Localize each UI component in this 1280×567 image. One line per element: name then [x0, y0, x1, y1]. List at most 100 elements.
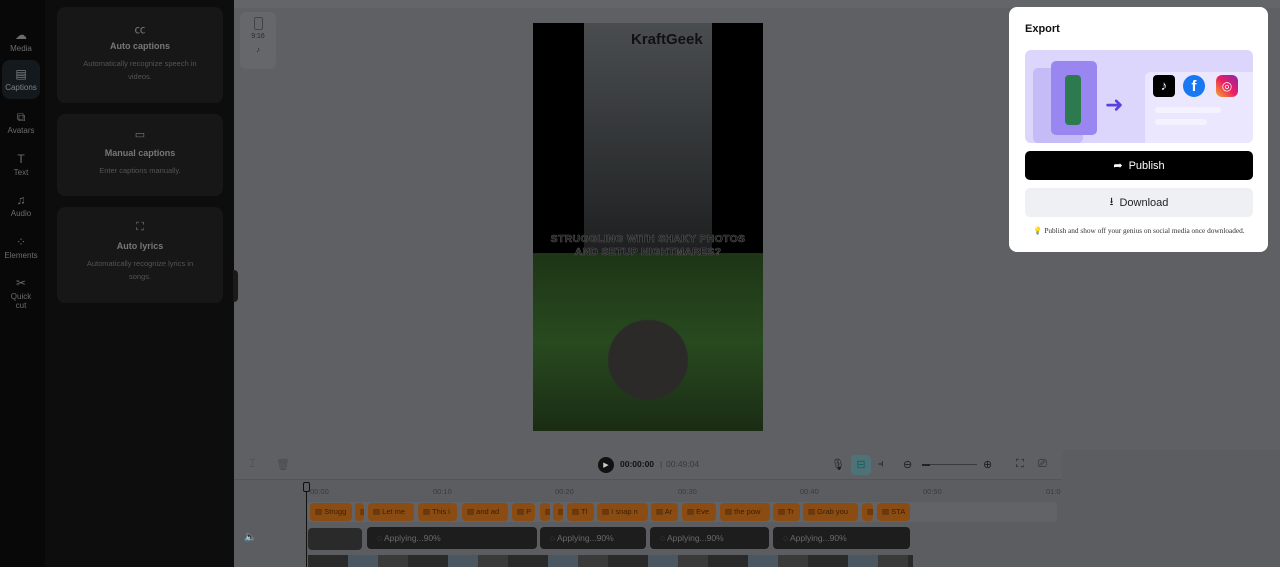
caption-clip[interactable]: ▤ ( [540, 503, 550, 521]
playhead[interactable] [303, 482, 310, 567]
caption-clip[interactable]: ▤ Eve [682, 503, 716, 521]
caption-clip[interactable]: ▤ P [512, 503, 535, 521]
video-preview[interactable]: KraftGeek STRUGGLING WITH SHAKY PHOTOS A… [533, 23, 763, 431]
ruler-tick: 00:30 [678, 487, 697, 496]
publish-button[interactable]: ➦ Publish [1025, 151, 1253, 180]
volume-icon[interactable]: 🔈 [244, 532, 256, 543]
caption-text: Let me [382, 507, 406, 516]
card-desc: Automatically recognize lyrics in songs. [86, 259, 194, 281]
caption-icon: ▤ [423, 507, 433, 516]
preview-icon[interactable]: ⎚ [1038, 458, 1047, 471]
panel-collapse-handle[interactable] [233, 270, 238, 302]
applying-text: Applying...90% [556, 533, 614, 543]
caption-clip[interactable]: ▤ Ar [651, 503, 678, 521]
auto-snap-icon[interactable]: ⊟ [851, 455, 871, 475]
left-nav: ☁ Media ▤ Captions ⧉ Avatars T Text ♫ Audio ⁘… [0, 0, 45, 567]
caption-icon: ▤ [602, 507, 612, 516]
caption-text: I snap n [611, 507, 638, 516]
auto-captions-card[interactable]: ㏄ Auto captions Automatically recognize … [57, 7, 223, 103]
manual-captions-card[interactable]: ▭ Manual captions Enter captions manuall… [57, 114, 223, 196]
caption-clip[interactable]: ▤ and ad [462, 503, 508, 521]
caption-clip[interactable]: ▤ Grab you [803, 503, 858, 521]
caption-clip[interactable]: ▤ Tr [773, 503, 800, 521]
export-popup: Export ➜ ♪ f ◎ ➦ Publish ⭳ Download 💡 Publ… [1009, 7, 1268, 252]
caption-clip[interactable]: ▤ Let me [368, 503, 414, 521]
card-title: Auto lyrics [116, 241, 164, 251]
applying-clip[interactable]: ◌ Applying...90% [367, 527, 537, 549]
split-view-icon[interactable]: ⫞ [878, 458, 884, 471]
current-time: 00:00:00 [620, 459, 655, 469]
applying-clip[interactable]: ◌ Applying...90% [540, 527, 646, 549]
export-banner: ➜ ♪ f ◎ [1025, 50, 1253, 143]
caption-icon: ▤ [656, 507, 665, 516]
tiktok-icon: ♪ [256, 45, 260, 54]
nav-elements[interactable]: ⁘ Elements [2, 229, 40, 267]
applying-clip[interactable]: ◌ Applying...90% [773, 527, 910, 549]
download-button[interactable]: ⭳ Download [1025, 188, 1253, 217]
music-scan-icon: ⛶ [136, 221, 144, 233]
download-icon: ⭳ [1109, 196, 1114, 208]
cloud-upload-icon: ☁ [15, 28, 27, 42]
spinner-icon: ◌ [783, 533, 790, 543]
caption-clip[interactable]: ▤ Tl [567, 503, 594, 521]
caption-clip[interactable]: ▤ Strugg [310, 503, 352, 521]
caption-clip[interactable]: ▤ I [355, 503, 364, 521]
split-icon[interactable]: ⌶ [249, 458, 256, 471]
ratio-label: 9:16 [251, 33, 265, 40]
captions-panel: ㏄ Auto captions Automatically recognize … [45, 0, 234, 567]
caption-icon: ▤ [867, 507, 873, 516]
caption-icon: ▤ [315, 507, 325, 516]
caption-text: P [526, 507, 532, 516]
nav-quick-cut[interactable]: ✂ Quick cut [2, 272, 40, 314]
caption-icon: ▤ [808, 507, 818, 516]
zoom-slider[interactable] [922, 464, 977, 466]
captions-icon: ▤ [15, 66, 27, 81]
caption-text: STA [891, 507, 906, 516]
nav-audio[interactable]: ♫ Audio [2, 187, 40, 225]
zoom-out-icon[interactable]: ⊖ [903, 458, 912, 471]
card-desc: Enter captions manually. [99, 166, 181, 175]
text-icon: T [17, 152, 25, 166]
caption-text: Grab you [817, 507, 849, 516]
caption-icon: ▤ [517, 507, 527, 516]
nav-label: Audio [10, 209, 32, 218]
video-logo: KraftGeek [631, 31, 703, 48]
spinner-icon: ◌ [550, 533, 557, 543]
aspect-ratio-button[interactable]: 9:16 ♪ [240, 12, 276, 69]
caption-icon: ▤ [725, 507, 735, 516]
export-tip: 💡 Publish and show off your genius on so… [1025, 226, 1253, 235]
caption-clip[interactable]: ▤ I snap n [597, 503, 648, 521]
applying-clip[interactable]: ◌ Applying...90% [650, 527, 769, 549]
video-track[interactable] [308, 555, 913, 567]
microphone-icon[interactable]: 🎙 [831, 458, 845, 471]
fullscreen-icon[interactable]: ⛶ [1016, 458, 1024, 471]
caption-text: Ar [664, 507, 673, 516]
video-subtitle[interactable]: STRUGGLING WITH SHAKY PHOTOS AND SETUP N… [543, 233, 753, 259]
spinner-icon: ◌ [660, 533, 667, 543]
instagram-icon: ◎ [1216, 75, 1238, 97]
applying-text: Applying...90% [666, 533, 724, 543]
trash-icon[interactable]: 🗑 [276, 458, 290, 471]
nav-avatars[interactable]: ⧉ Avatars [2, 104, 40, 142]
caption-clip[interactable]: ▤ STA [877, 503, 910, 521]
zoom-in-icon[interactable]: ⊕ [983, 458, 992, 471]
caption-icon: ▤ [545, 507, 550, 516]
nav-label: Elements [4, 251, 38, 260]
nav-captions[interactable]: ▤ Captions [2, 60, 40, 99]
auto-lyrics-card[interactable]: ⛶ Auto lyrics Automatically recognize ly… [57, 207, 223, 303]
nav-text[interactable]: T Text [2, 146, 40, 184]
caption-clip[interactable]: ▤ This i [418, 503, 457, 521]
caption-clip[interactable]: ▤ ( [553, 503, 563, 521]
phone-icon [253, 17, 263, 30]
caption-text: This i [432, 507, 450, 516]
share-icon: ➦ [1113, 160, 1123, 172]
play-button[interactable]: ▶ [598, 457, 614, 473]
caption-icon: ▤ [558, 507, 563, 516]
caption-clip[interactable]: ▤ the pow [720, 503, 770, 521]
applying-text: Applying...90% [789, 533, 847, 543]
nav-label: Avatars [7, 126, 35, 135]
card-title: Auto captions [110, 41, 170, 51]
nav-media[interactable]: ☁ Media [2, 22, 40, 60]
caption-clip[interactable]: ▤ E [862, 503, 873, 521]
video-thumbnail-clip[interactable] [308, 528, 362, 550]
